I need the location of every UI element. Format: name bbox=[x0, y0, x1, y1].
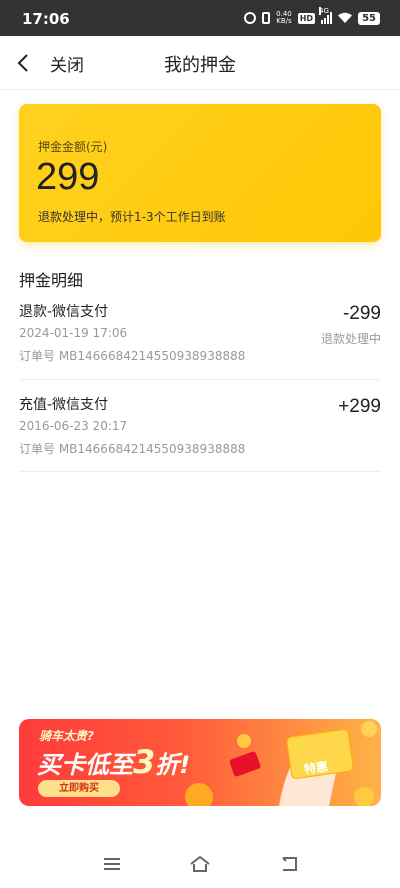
details-section-title: 押金明细 bbox=[19, 271, 84, 290]
record-order-number: 订单号 MB1466684214550938938888 bbox=[19, 442, 246, 456]
signal-icon: 4G bbox=[319, 7, 333, 24]
deposit-amount-label: 押金金额(元) bbox=[38, 140, 108, 154]
back-icon[interactable] bbox=[277, 852, 301, 876]
hd-badge: HD bbox=[297, 12, 316, 24]
battery-icon: 55 bbox=[358, 11, 380, 25]
list-item: 充值-微信支付 2016-06-23 20:17 订单号 MB146668421… bbox=[19, 392, 381, 472]
alarm-icon bbox=[244, 12, 257, 24]
status-bar: 17:06 0.40 KB/s HD 4G 55 bbox=[0, 0, 400, 36]
promo-banner[interactable]: 骑车太贵? 买卡低至3折! 立即购买 特惠 bbox=[19, 719, 381, 806]
record-title: 退款-微信支付 bbox=[19, 304, 109, 320]
record-status: 退款处理中 bbox=[320, 332, 381, 346]
promo-headline-number: 3 bbox=[133, 743, 156, 781]
menu-icon[interactable] bbox=[100, 852, 124, 876]
net-speed-unit: KB/s bbox=[276, 17, 292, 25]
promo-subtitle: 骑车太贵? bbox=[39, 729, 94, 743]
record-amount: +299 bbox=[338, 396, 381, 417]
promo-headline-suffix: 折! bbox=[155, 751, 191, 779]
record-time: 2016-06-23 20:17 bbox=[19, 419, 128, 433]
refund-note: 退款处理中，预计1-3个工作日到账 bbox=[38, 210, 226, 224]
page-title: 我的押金 bbox=[164, 55, 236, 76]
status-time: 17:06 bbox=[22, 10, 70, 28]
record-order-number: 订单号 MB1466684214550938938888 bbox=[19, 349, 246, 363]
deposit-card: 押金金额(元) 299 退款处理中，预计1-3个工作日到账 bbox=[19, 104, 381, 242]
home-icon[interactable] bbox=[188, 852, 212, 876]
nav-bar: 关闭 我的押金 bbox=[0, 36, 400, 90]
record-time: 2024-01-19 17:06 bbox=[19, 326, 128, 340]
buy-now-button[interactable]: 立即购买 bbox=[38, 780, 120, 797]
deposit-amount: 299 bbox=[36, 156, 100, 198]
list-item: 退款-微信支付 2024-01-19 17:06 订单号 MB146668421… bbox=[19, 299, 381, 380]
record-amount: -299 bbox=[342, 303, 381, 324]
status-icons: 0.40 KB/s HD 4G 55 bbox=[244, 7, 380, 27]
promo-headline-text: 买卡低至 bbox=[37, 751, 133, 779]
record-title: 充值-微信支付 bbox=[19, 397, 109, 413]
wifi-icon bbox=[338, 12, 353, 23]
net-speed: 0.40 KB/s bbox=[276, 11, 292, 25]
promo-headline: 买卡低至3折! bbox=[37, 743, 190, 781]
vibrate-icon bbox=[262, 12, 271, 24]
system-nav-bar bbox=[0, 840, 400, 888]
net-type-label: 4G bbox=[319, 7, 329, 15]
promo-card-text: 特惠 bbox=[303, 759, 329, 777]
